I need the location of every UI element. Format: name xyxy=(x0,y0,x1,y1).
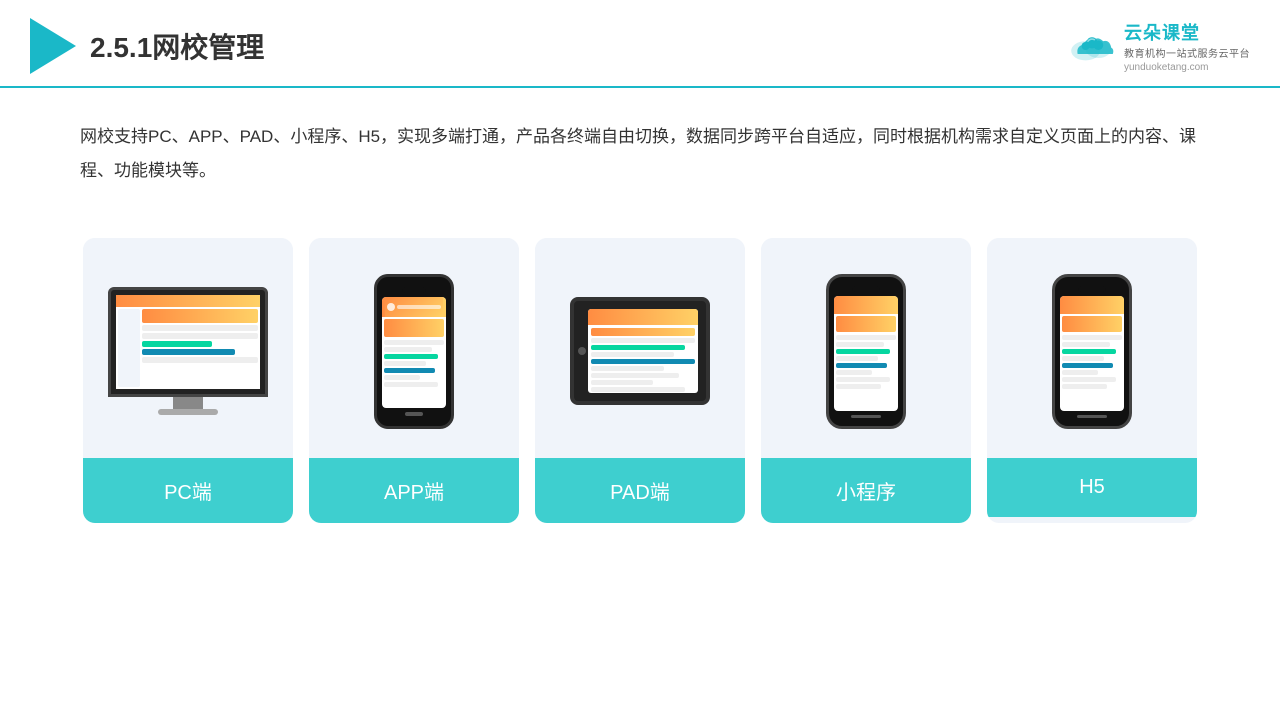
card-app-image xyxy=(309,238,519,458)
pad-mockup xyxy=(570,297,710,405)
card-h5-label: H5 xyxy=(987,458,1197,517)
description: 网校支持PC、APP、PAD、小程序、H5，实现多端打通，产品各终端自由切换，数… xyxy=(0,88,1280,208)
brand-url: yunduoketang.com xyxy=(1124,62,1209,73)
logo-triangle-icon xyxy=(30,18,76,74)
card-pad-image xyxy=(535,238,745,458)
mini-phone-mini xyxy=(826,274,906,429)
header-right: 云朵课堂 教育机构一站式服务云平台 yunduoketang.com xyxy=(1068,19,1250,73)
header: 2.5.1网校管理 云朵课堂 教育机构一站式服务云平台 yunduoketang… xyxy=(0,0,1280,88)
card-mini-label: 小程序 xyxy=(761,458,971,523)
page-title: 2.5.1网校管理 xyxy=(90,26,264,66)
card-mini-image xyxy=(761,238,971,458)
brand-slogan: 教育机构一站式服务云平台 xyxy=(1124,45,1250,60)
pc-mockup xyxy=(108,287,268,415)
card-h5: H5 xyxy=(987,238,1197,523)
mini-phone-h5 xyxy=(1052,274,1132,429)
brand-logo: 云朵课堂 教育机构一站式服务云平台 yunduoketang.com xyxy=(1068,19,1250,73)
brand-text: 云朵课堂 教育机构一站式服务云平台 yunduoketang.com xyxy=(1124,19,1250,73)
card-app: APP端 xyxy=(309,238,519,523)
description-text: 网校支持PC、APP、PAD、小程序、H5，实现多端打通，产品各终端自由切换，数… xyxy=(80,120,1200,188)
card-h5-image xyxy=(987,238,1197,458)
card-pad-label: PAD端 xyxy=(535,458,745,523)
card-pc-label: PC端 xyxy=(83,458,293,523)
card-mini: 小程序 xyxy=(761,238,971,523)
header-left: 2.5.1网校管理 xyxy=(30,18,264,74)
card-app-label: APP端 xyxy=(309,458,519,523)
card-pad: PAD端 xyxy=(535,238,745,523)
card-pc: PC端 xyxy=(83,238,293,523)
phone-mockup-app xyxy=(374,274,454,429)
cards-container: PC端 xyxy=(0,218,1280,543)
cloud-icon xyxy=(1068,30,1116,62)
card-pc-image xyxy=(83,238,293,458)
brand-name: 云朵课堂 xyxy=(1124,19,1200,45)
